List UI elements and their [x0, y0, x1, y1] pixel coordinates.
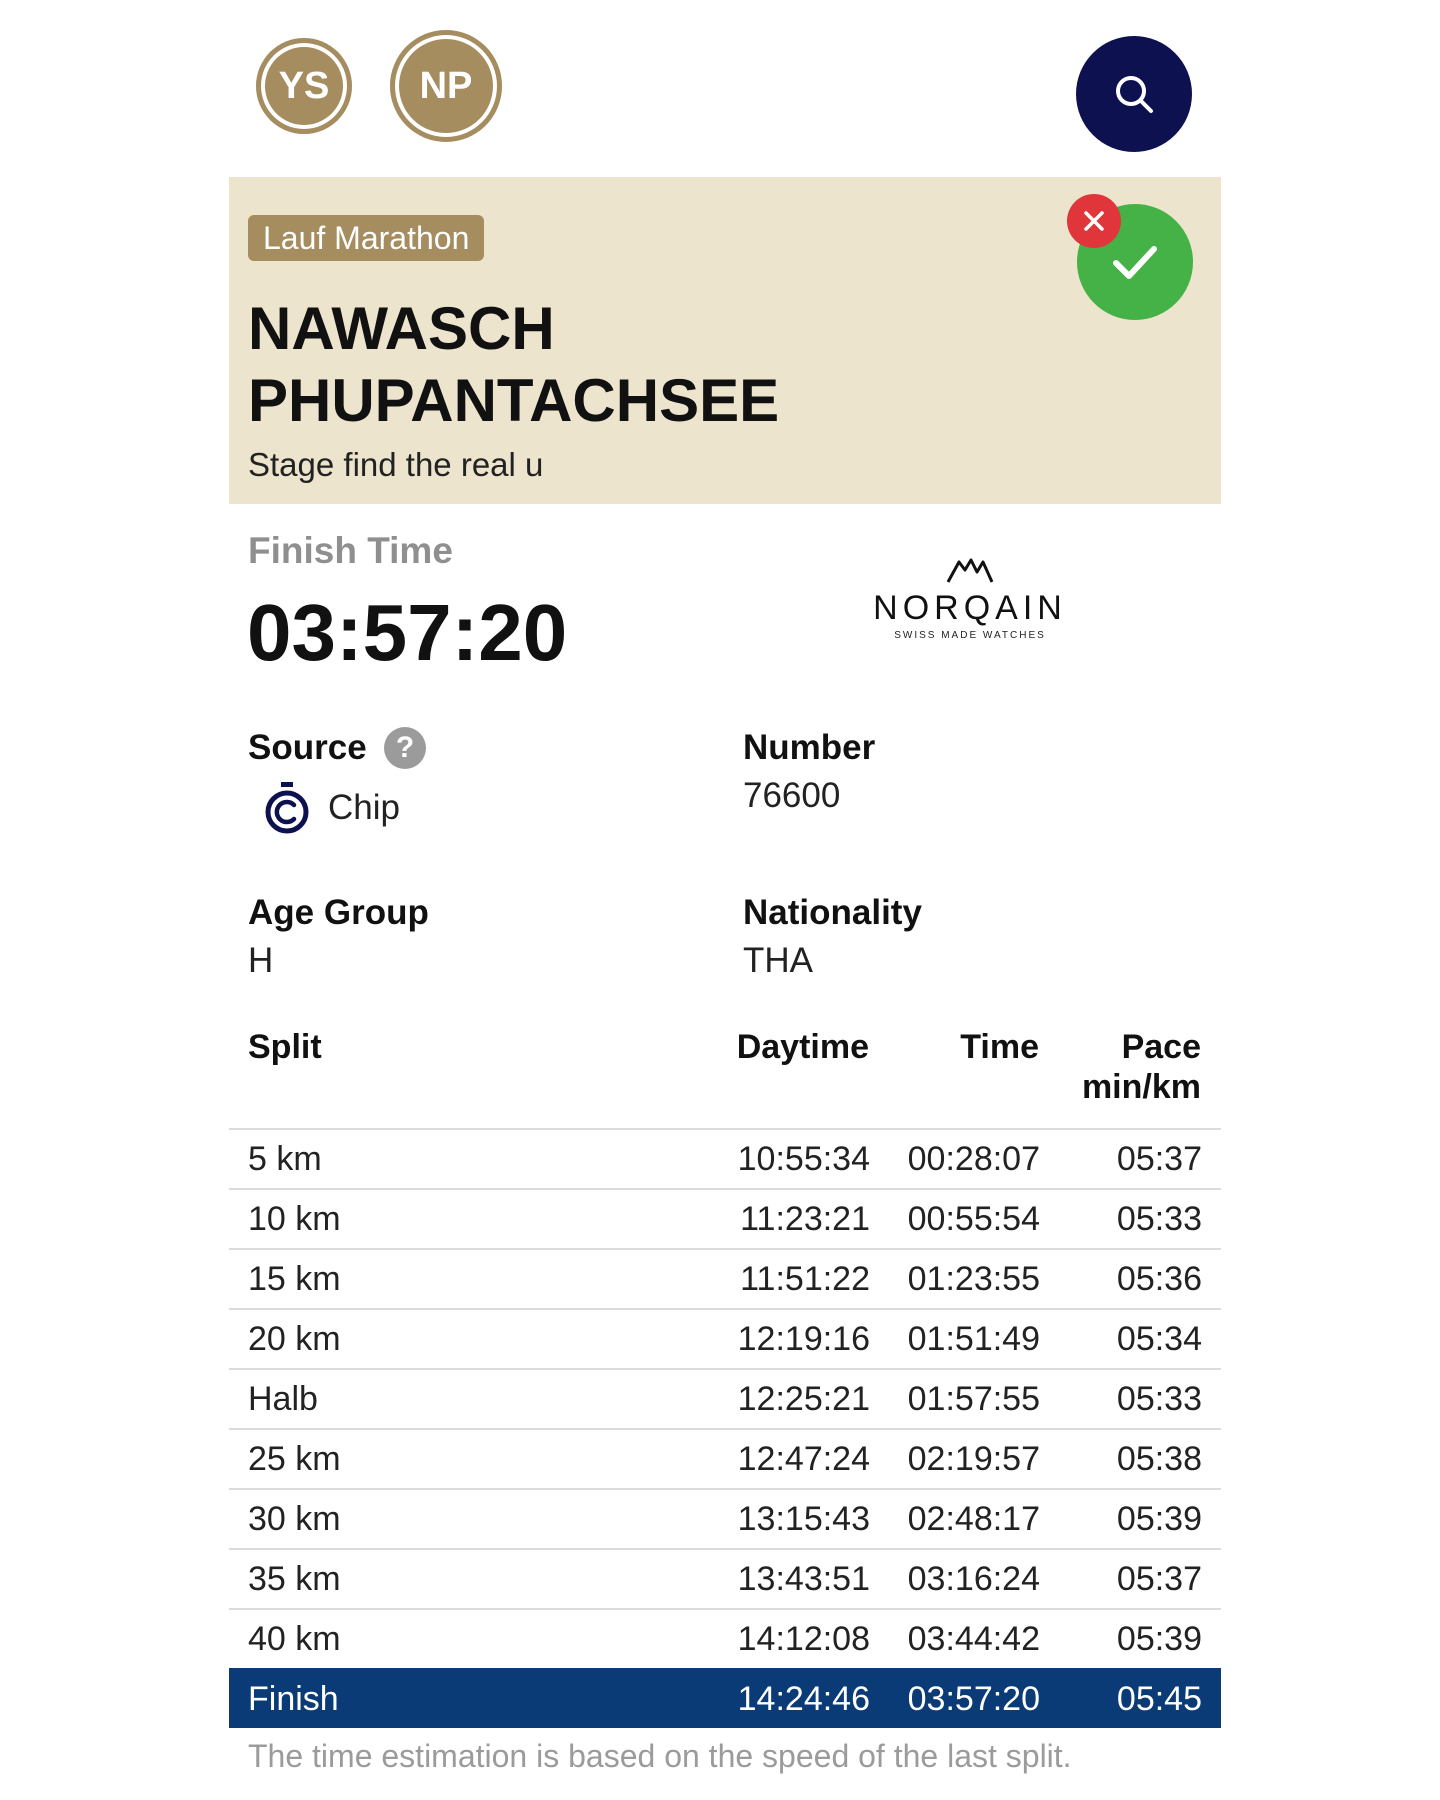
pace-header-line1: Pace	[1121, 1028, 1201, 1066]
table-row: 25 km 12:47:24 02:19:57 05:38	[229, 1428, 1221, 1488]
split-name: Finish	[248, 1680, 339, 1718]
check-icon	[1113, 246, 1157, 279]
split-daytime: 14:12:08	[737, 1620, 870, 1658]
time-column-header: Time	[960, 1028, 1039, 1066]
norqain-mark-icon	[946, 558, 994, 583]
search-icon	[1116, 76, 1153, 113]
split-pace: 05:38	[1116, 1440, 1202, 1478]
split-pace: 05:39	[1116, 1500, 1202, 1538]
split-time: 01:51:49	[907, 1320, 1040, 1358]
pace-column-header: Pace min/km	[1082, 1027, 1201, 1107]
split-name: 25 km	[248, 1440, 341, 1478]
split-pace: 05:45	[1116, 1680, 1202, 1718]
split-column-header: Split	[248, 1028, 322, 1066]
split-name: 40 km	[248, 1620, 341, 1658]
split-daytime: 11:51:22	[740, 1260, 870, 1298]
nationality-value: THA	[743, 941, 813, 980]
split-name: 20 km	[248, 1320, 341, 1358]
split-time: 02:48:17	[907, 1500, 1040, 1538]
split-time: 01:57:55	[907, 1380, 1040, 1418]
split-time: 03:57:20	[907, 1680, 1040, 1718]
split-daytime: 13:15:43	[737, 1500, 870, 1538]
split-name: 35 km	[248, 1560, 341, 1598]
split-time: 03:44:42	[907, 1620, 1040, 1658]
chip-icon	[265, 782, 309, 834]
finish-row: Finish 14:24:46 03:57:20 05:45	[229, 1668, 1221, 1728]
avatar-initials: YS	[278, 64, 330, 107]
split-name: Halb	[248, 1380, 318, 1418]
split-name: 15 km	[248, 1260, 341, 1298]
table-row: Halb 12:25:21 01:57:55 05:33	[229, 1368, 1221, 1428]
age-group-label: Age Group	[248, 893, 429, 932]
split-pace: 05:39	[1116, 1620, 1202, 1658]
close-icon	[1084, 211, 1104, 231]
table-row: 10 km 11:23:21 00:55:54 05:33	[229, 1188, 1221, 1248]
sponsor-tagline: SWISS MADE WATCHES	[894, 630, 1046, 641]
help-icon-glyph: ?	[395, 731, 415, 764]
age-group-value: H	[248, 941, 274, 980]
unfollow-button[interactable]	[1067, 194, 1121, 248]
runner-name: NAWASCH PHUPANTACHSEE	[248, 293, 779, 437]
source-value-text: Chip	[328, 788, 400, 827]
estimation-note: The time estimation is based on the spee…	[248, 1738, 1072, 1774]
runner-card: Lauf Marathon NAWASCH PHUPANTACHSEE Stag…	[229, 177, 1221, 504]
source-value: Chip	[262, 780, 400, 836]
table-row: 40 km 14:12:08 03:44:42 05:39	[229, 1608, 1221, 1668]
finish-time-value: 03:57:20	[247, 588, 568, 677]
runner-subtitle: Stage find the real u	[248, 446, 544, 483]
avatar-np[interactable]: NP	[390, 30, 502, 142]
table-row: 15 km 11:51:22 01:23:55 05:36	[229, 1248, 1221, 1308]
table-row: 5 km 10:55:34 00:28:07 05:37	[229, 1128, 1221, 1188]
split-daytime: 11:23:21	[740, 1200, 870, 1238]
split-pace: 05:37	[1116, 1140, 1202, 1178]
pace-header-line2: min/km	[1081, 1068, 1201, 1106]
split-daytime: 10:55:34	[737, 1140, 870, 1178]
split-time: 02:19:57	[907, 1440, 1040, 1478]
split-name: 10 km	[248, 1200, 341, 1238]
split-pace: 05:33	[1116, 1200, 1202, 1238]
runner-name-line1: NAWASCH	[248, 295, 555, 362]
split-daytime: 13:43:51	[737, 1560, 870, 1598]
finish-time-label: Finish Time	[248, 530, 453, 571]
splits-table: 5 km 10:55:34 00:28:07 05:37 10 km 11:23…	[229, 1128, 1221, 1728]
number-value: 76600	[743, 776, 841, 815]
split-time: 00:55:54	[907, 1200, 1040, 1238]
runner-name-line2: PHUPANTACHSEE	[248, 367, 780, 434]
avatar-ys[interactable]: YS	[256, 38, 352, 134]
split-time: 00:28:07	[907, 1140, 1040, 1178]
split-time: 03:16:24	[907, 1560, 1040, 1598]
event-tag: Lauf Marathon	[248, 215, 485, 261]
table-row: 35 km 13:43:51 03:16:24 05:37	[229, 1548, 1221, 1608]
split-time: 01:23:55	[907, 1260, 1040, 1298]
table-row: 20 km 12:19:16 01:51:49 05:34	[229, 1308, 1221, 1368]
split-pace: 05:33	[1116, 1380, 1202, 1418]
nationality-label: Nationality	[743, 893, 922, 932]
split-name: 30 km	[248, 1500, 341, 1538]
split-daytime: 12:19:16	[737, 1320, 870, 1358]
split-daytime: 14:24:46	[737, 1680, 870, 1718]
help-icon[interactable]: ?	[384, 727, 426, 769]
split-name: 5 km	[248, 1140, 322, 1178]
split-daytime: 12:47:24	[737, 1440, 870, 1478]
avatar-initials: NP	[419, 64, 473, 107]
search-button[interactable]	[1076, 36, 1192, 152]
split-pace: 05:36	[1116, 1260, 1202, 1298]
table-row: 30 km 13:15:43 02:48:17 05:39	[229, 1488, 1221, 1548]
sponsor-logo: NORQAIN SWISS MADE WATCHES	[850, 556, 1090, 641]
split-pace: 05:37	[1116, 1560, 1202, 1598]
sponsor-name: NORQAIN	[873, 589, 1067, 627]
number-label: Number	[743, 728, 876, 767]
source-label: Source	[248, 728, 367, 767]
daytime-column-header: Daytime	[736, 1028, 869, 1066]
split-daytime: 12:25:21	[737, 1380, 870, 1418]
split-pace: 05:34	[1116, 1320, 1202, 1358]
